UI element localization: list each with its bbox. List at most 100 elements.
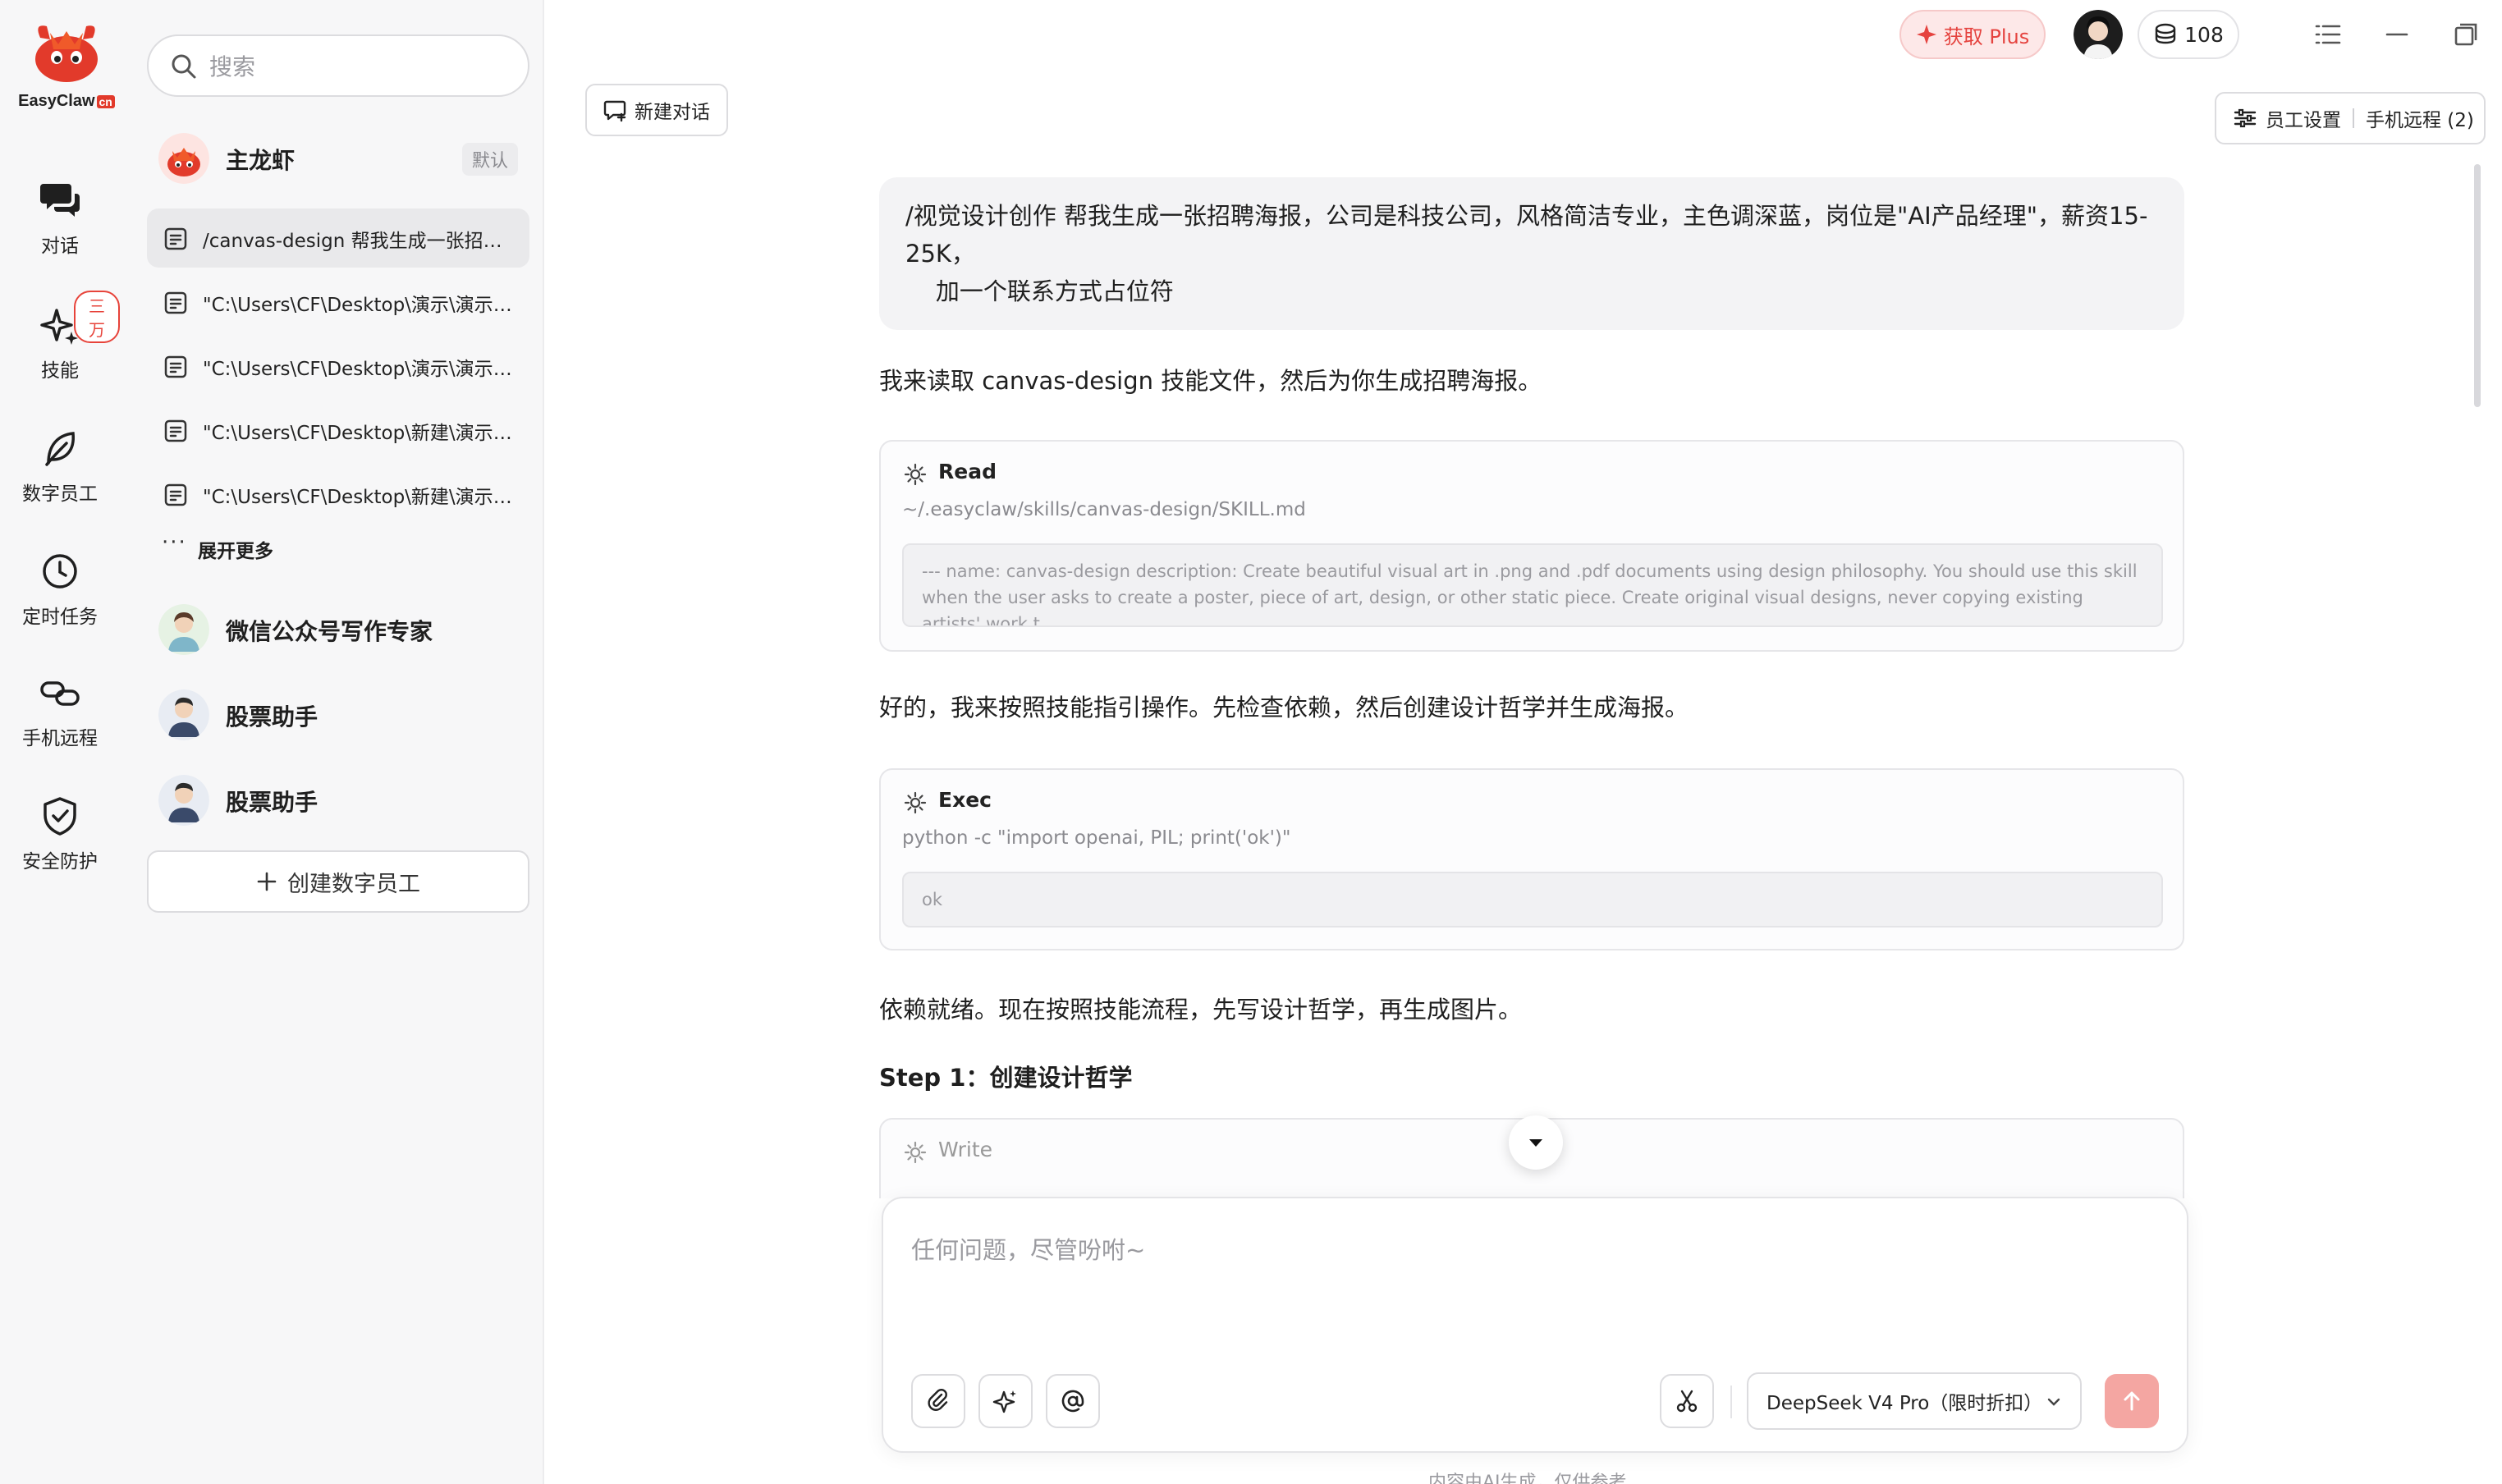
tool-call-exec[interactable]: Exec python -c "import openai, PIL; prin… [879,768,2184,950]
conversation-item[interactable]: /canvas-design 帮我生成一张招聘海报，公司是科技公司 [147,208,529,268]
get-plus-button[interactable]: 获取 Plus [1899,10,2046,59]
create-digital-employee-label: 创建数字员工 [287,871,420,897]
agent-name: 微信公众号写作专家 [226,618,433,645]
new-chat-icon [603,100,626,122]
user-message: /视觉设计创作 帮我生成一张招聘海报，公司是科技公司，风格简洁专业，主色调深蓝，… [879,177,2184,330]
rail-label: 对话 [41,236,79,257]
conversation-title: "C:\Users\CF\Desktop\演示\演示.txt" [203,359,515,380]
agent-item-main[interactable]: 主龙虾 默认 [147,123,529,194]
app-name-suffix: cn [96,95,115,108]
person-avatar-icon [2074,10,2123,59]
mobile-remote-button[interactable]: 手机远程 (2) [2366,104,2474,132]
agent-avatar [158,604,209,655]
lobster-avatar-icon [158,133,209,184]
step-heading: Step 1：创建设计哲学 [879,1064,1133,1092]
model-select[interactable]: DeepSeek V4 Pro（限时折扣） [1747,1372,2082,1430]
document-icon [164,355,187,378]
assistant-message: 好的，我来按照技能指引操作。先检查依赖，然后创建设计哲学并生成海报。 [879,694,1689,721]
tool-output: ok [902,872,2163,928]
rail-item-digital-employee[interactable]: 数字员工 [0,425,120,506]
attach-button[interactable] [911,1374,965,1428]
tool-name: Write [938,1138,993,1161]
rail-label: 安全防护 [22,851,98,873]
tool-name: Exec [938,788,992,812]
menu-list-icon[interactable] [2308,15,2348,54]
person-avatar-icon [158,775,209,826]
new-chat-button[interactable]: 新建对话 [585,84,728,136]
assistant-message: 依赖就绪。现在按照技能流程，先写设计哲学，再生成图片。 [879,996,1523,1024]
skill-button[interactable] [978,1374,1033,1428]
plus-icon [257,872,277,891]
divider [1730,1386,1732,1418]
agent-avatar [158,689,209,740]
agent-item-wechat-writer[interactable]: 微信公众号写作专家 [147,594,529,665]
rail-item-scheduled-tasks[interactable]: 定时任务 [0,548,120,629]
nav-rail: EasyClaw cn 对话 三万 技能 数字员工 定时任务 手机远程 安全防护 [0,0,132,1484]
more-dots-icon: ··· [162,530,187,555]
sliders-icon [2234,108,2257,128]
gear-icon [904,791,927,814]
gear-icon [904,1141,927,1164]
search-box[interactable] [147,34,529,97]
tool-output: --- name: canvas-design description: Cre… [902,543,2163,627]
document-icon [164,291,187,314]
tool-call-read[interactable]: Read ~/.easyclaw/skills/canvas-design/SK… [879,440,2184,652]
agent-item-stock-assistant[interactable]: 股票助手 [147,765,529,836]
agent-avatar [158,775,209,826]
lobster-logo-icon [35,25,98,82]
agent-name: 股票助手 [226,789,318,816]
leaf-icon [45,432,75,466]
get-plus-label: 获取 Plus [1943,25,2030,48]
search-input[interactable] [209,46,513,87]
chat-scrollbar[interactable] [2474,164,2481,407]
document-icon [164,483,187,506]
tool-command: python -c "import openai, PIL; print('ok… [902,827,1291,849]
conversation-title: /canvas-design 帮我生成一张招聘海报，公司是科技公司 [203,231,515,252]
user-avatar[interactable] [2074,10,2123,59]
expand-more-button[interactable]: ··· 展开更多 [147,527,529,568]
mention-button[interactable] [1046,1374,1100,1428]
rail-label: 定时任务 [22,607,98,628]
rail-label: 技能 [41,360,79,382]
conversation-item[interactable]: "C:\Users\CF\Desktop\演示\演示.txt" [147,337,529,396]
chevron-down-icon [2047,1398,2060,1406]
rail-label: 数字员工 [22,483,98,505]
rail-label: 手机远程 [22,728,98,749]
document-icon [164,419,187,442]
shield-check-icon [44,797,76,836]
skills-count-badge: 三万 [74,291,120,343]
rail-item-skills[interactable]: 三万 技能 [0,291,120,382]
create-digital-employee-button[interactable]: 创建数字员工 [147,850,529,913]
minimize-icon[interactable] [2377,15,2417,54]
agent-item-stock-assistant[interactable]: 股票助手 [147,680,529,750]
restore-window-icon[interactable] [2446,15,2486,54]
paperclip-icon [928,1389,948,1411]
conversation-item[interactable]: "C:\Users\CF\Desktop\新建\演示.txt" [147,401,529,460]
conversation-title: "C:\Users\CF\Desktop\演示\演示.txt" [203,295,515,316]
clock-icon [43,554,77,589]
chat-transcript[interactable]: /视觉设计创作 帮我生成一张招聘海报，公司是科技公司，风格简洁专业，主色调深蓝，… [544,156,2502,1198]
rail-item-security[interactable]: 安全防护 [0,793,120,873]
conversation-item[interactable]: "C:\Users\CF\Desktop\演示\演示.txt" [147,273,529,332]
rail-item-mobile-remote[interactable]: 手机远程 [0,670,120,750]
divider [2353,108,2354,128]
conversation-item[interactable]: "C:\Users\CF\Desktop\新建\演示.txt" [147,465,529,524]
scroll-to-bottom-button[interactable] [1509,1115,1563,1170]
conversation-title: "C:\Users\CF\Desktop\新建\演示.txt" [203,487,515,508]
tool-name: Read [938,460,997,483]
rail-item-chat[interactable]: 对话 [0,177,120,258]
employee-settings-button[interactable]: 员工设置 [2216,104,2341,132]
send-button[interactable] [2105,1374,2159,1428]
agent-name: 主龙虾 [226,147,296,174]
tool-command: ~/.easyclaw/skills/canvas-design/SKILL.m… [902,499,1306,520]
credits-button[interactable]: 108 [2138,10,2239,59]
conversation-sidebar: 主龙虾 默认 /canvas-design 帮我生成一张招聘海报，公司是科技公司… [132,0,544,1484]
scissors-button[interactable] [1660,1374,1714,1428]
search-icon [172,54,196,79]
gear-icon [904,463,927,486]
message-input[interactable] [911,1231,2142,1330]
caret-down-icon [1529,1139,1542,1147]
new-chat-label: 新建对话 [635,102,710,123]
arrow-up-icon [2124,1391,2140,1411]
scissors-icon [1676,1390,1698,1413]
